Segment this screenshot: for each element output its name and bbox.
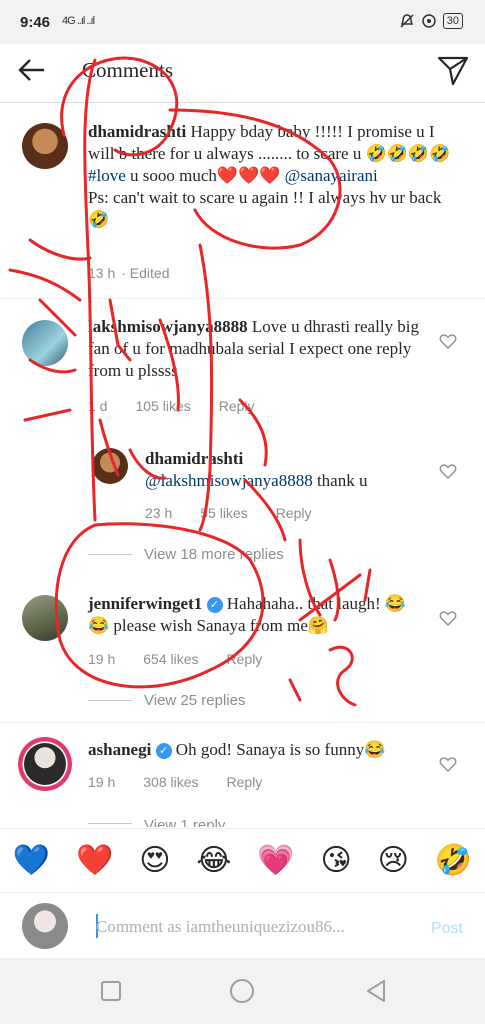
mention-link[interactable]: @sanayairani	[285, 166, 378, 185]
like-heart-icon[interactable]	[439, 755, 457, 773]
emoji-rofl[interactable]: 🤣	[435, 843, 472, 878]
view-replies-label: View 1 reply	[144, 817, 226, 827]
comment-likes[interactable]: 308 likes	[143, 771, 198, 793]
back-triangle-icon[interactable]	[364, 978, 388, 1004]
reply-button[interactable]: Reply	[276, 502, 312, 524]
divider	[0, 298, 485, 299]
comment-time: 19 h	[88, 774, 116, 790]
comment-username[interactable]: lakshmisowjanya8888	[88, 317, 248, 336]
emoji-tears-of-joy[interactable]: 😂	[196, 843, 231, 878]
comment-body: dhamidrashti Happy bday baby !!!!! I pro…	[88, 121, 458, 231]
reply-button[interactable]: Reply	[227, 648, 263, 670]
comment-username[interactable]: ashanegi	[88, 740, 151, 759]
avatar	[22, 903, 68, 949]
page-title: Comments	[82, 58, 174, 82]
mention-link[interactable]: @lakshmisowjanya8888	[145, 471, 313, 490]
like-heart-icon[interactable]	[439, 462, 457, 480]
post-button[interactable]: Post	[431, 920, 463, 938]
comment-time: 19 h	[88, 651, 116, 667]
comment-username[interactable]: dhamidrashti	[88, 122, 186, 141]
comment-time: 13 h	[88, 265, 116, 281]
mute-icon	[400, 14, 414, 28]
comment-composer: Comment as iamtheuniquezizou86... Post	[0, 892, 485, 959]
comment-text: thank u	[316, 471, 368, 490]
network-indicator: 4G ..ıl ..ıl	[62, 15, 95, 27]
comment-meta: 23 h 55 likes Reply	[145, 502, 312, 524]
comment-text-2: u sooo much❤️❤️❤️	[130, 166, 281, 185]
reply-button[interactable]: Reply	[227, 771, 263, 793]
comment-time: 23 h	[145, 505, 173, 521]
comment-meta: 19 h 308 likes Reply	[88, 771, 262, 793]
avatar[interactable]	[22, 320, 68, 366]
view-replies-button[interactable]: View 18 more replies	[88, 546, 284, 563]
comment-meta: 13 h · Edited	[88, 262, 170, 284]
direct-send-icon[interactable]	[435, 52, 471, 88]
reply-item: dhamidrashti @lakshmisowjanya8888 thank …	[0, 440, 485, 530]
comment-body: lakshmisowjanya8888 Love u dhrasti reall…	[88, 316, 423, 382]
divider	[88, 700, 132, 701]
like-heart-icon[interactable]	[439, 609, 457, 627]
comment-text-3: Ps: can't wait to scare u again !! I alw…	[88, 188, 442, 229]
comment-body: dhamidrashti @lakshmisowjanya8888 thank …	[145, 448, 425, 492]
back-arrow-icon[interactable]	[14, 52, 50, 88]
comment-likes[interactable]: 55 likes	[200, 502, 247, 524]
avatar[interactable]	[22, 595, 68, 641]
emoji-growing-heart[interactable]: 💗	[257, 843, 294, 878]
emoji-kiss[interactable]: 😘	[320, 843, 351, 878]
home-icon[interactable]	[229, 978, 255, 1004]
emoji-red-heart[interactable]: ❤️	[76, 843, 113, 878]
list-item: jenniferwinget1 ✓ Hahahaha.. that laugh!…	[0, 585, 485, 675]
list-item: ashanegi ✓ Oh god! Sanaya is so funny😂 1…	[0, 733, 485, 823]
avatar-photo	[24, 743, 66, 785]
avatar[interactable]	[92, 448, 128, 484]
caption-comment: dhamidrashti Happy bday baby !!!!! I pro…	[0, 115, 485, 300]
comment-meta: 1 d 105 likes Reply	[88, 395, 255, 417]
status-bar: 9:46 4G ..ıl ..ıl 30	[0, 0, 485, 44]
emoji-crying[interactable]: 😢	[378, 843, 409, 878]
divider	[0, 722, 485, 723]
hashtag-link[interactable]: #love	[88, 166, 126, 185]
avatar[interactable]	[22, 123, 68, 169]
comment-meta: 19 h 654 likes Reply	[88, 648, 262, 670]
comment-username[interactable]: dhamidrashti	[145, 449, 243, 468]
verified-badge-icon: ✓	[206, 597, 223, 613]
comments-header: Comments	[0, 44, 485, 103]
view-replies-button[interactable]: View 25 replies	[88, 692, 245, 709]
emoji-blue-heart[interactable]: 💙	[13, 843, 50, 878]
status-time: 9:46	[20, 14, 51, 31]
status-icons: 30	[399, 13, 463, 29]
view-replies-label: View 18 more replies	[144, 546, 284, 563]
recents-icon[interactable]	[100, 980, 122, 1002]
edited-label: · Edited	[121, 265, 170, 281]
comment-time: 1 d	[88, 398, 108, 414]
list-item: lakshmisowjanya8888 Love u dhrasti reall…	[0, 310, 485, 420]
emoji-heart-eyes[interactable]: 😍	[139, 843, 170, 878]
emoji-quick-bar: 💙 ❤️ 😍 😂 💗 😘 😢 🤣	[0, 828, 485, 891]
battery-icon: 30	[442, 13, 463, 29]
comment-input[interactable]: Comment as iamtheuniquezizou86...	[96, 917, 345, 937]
verified-badge-icon: ✓	[155, 743, 172, 759]
comment-text: Oh god! Sanaya is so funny😂	[175, 740, 386, 759]
like-heart-icon[interactable]	[439, 332, 457, 350]
data-saver-icon	[422, 14, 436, 28]
comment-likes[interactable]: 654 likes	[143, 648, 198, 670]
comment-body: ashanegi ✓ Oh god! Sanaya is so funny😂	[88, 739, 423, 761]
view-replies-label: View 25 replies	[144, 692, 246, 709]
view-replies-button[interactable]: View 1 reply	[88, 815, 225, 827]
reply-button[interactable]: Reply	[219, 395, 255, 417]
divider	[88, 823, 132, 824]
divider	[88, 554, 132, 555]
system-nav-bar	[0, 958, 485, 1024]
comment-username[interactable]: jenniferwinget1	[88, 594, 202, 613]
comment-likes[interactable]: 105 likes	[135, 395, 190, 417]
comment-body: jenniferwinget1 ✓ Hahahaha.. that laugh!…	[88, 593, 423, 637]
